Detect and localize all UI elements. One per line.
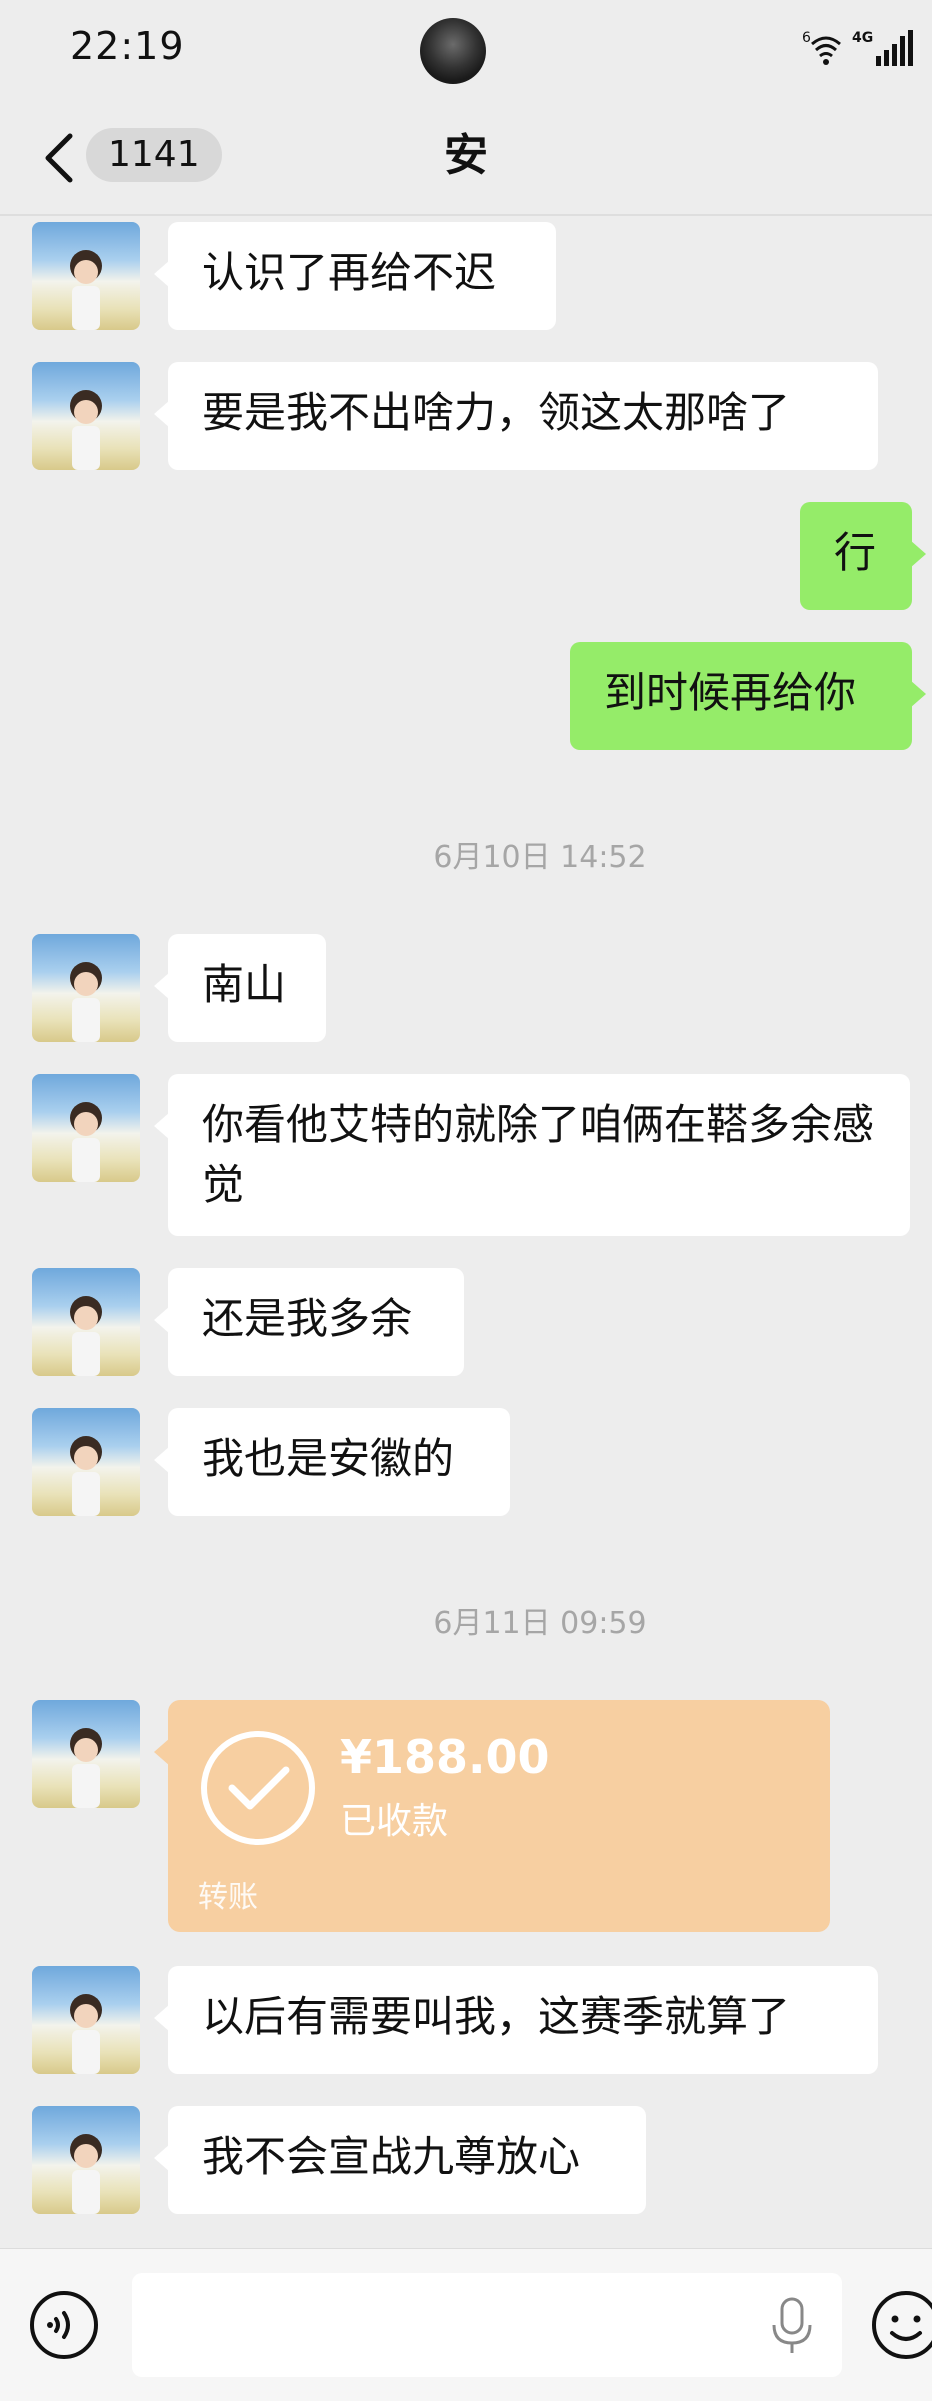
header-divider (0, 214, 932, 216)
message-bubble[interactable]: 你看他艾特的就除了咱俩在鞳多余感觉 (154, 1074, 910, 1236)
avatar[interactable] (32, 362, 140, 470)
avatar[interactable] (32, 934, 140, 1042)
avatar[interactable] (32, 1408, 140, 1516)
avatar[interactable] (32, 2106, 140, 2214)
avatar[interactable] (32, 1966, 140, 2074)
emoji-icon[interactable] (870, 2289, 932, 2361)
timestamp: 6月11日 09:59 (433, 1606, 647, 1641)
timestamp: 6月10日 14:52 (433, 840, 647, 875)
chat-title: 安 (444, 130, 488, 181)
message-bubble[interactable]: 要是我不出啥力，领这太那啥了 (154, 362, 878, 470)
signal-wifi-icon: 6 4G (802, 30, 913, 66)
message-bubble[interactable]: 我也是安徽的 (154, 1408, 510, 1516)
transfer-label: 转账 (198, 1880, 258, 1915)
message-bubble[interactable]: 以后有需要叫我，这赛季就算了 (154, 1966, 878, 2074)
message-bubble[interactable]: 到时候再给你 (570, 642, 926, 750)
avatar[interactable] (32, 222, 140, 330)
message-bubble[interactable]: 我不会宣战九尊放心 (154, 2106, 646, 2214)
avatar[interactable] (32, 1700, 140, 1808)
status-bar: 22:19 6 4G (0, 0, 932, 100)
message-bubble[interactable]: 还是我多余 (154, 1268, 464, 1376)
transfer-status: 已收款 (340, 1801, 449, 1842)
chat-header: 1141 安 (0, 100, 932, 212)
status-avatar (420, 18, 486, 84)
input-bar (0, 2248, 932, 2401)
avatar[interactable] (32, 1268, 140, 1376)
svg-text:4G: 4G (852, 30, 873, 46)
message-bubble[interactable]: 南山 (154, 934, 326, 1042)
message-bubble[interactable]: 行 (800, 502, 926, 610)
microphone-icon[interactable] (770, 2297, 814, 2355)
svg-text:6: 6 (802, 30, 811, 46)
status-time: 22:19 (70, 24, 185, 68)
avatar[interactable] (32, 1074, 140, 1182)
message-input[interactable] (132, 2273, 842, 2377)
message-bubble[interactable]: 认识了再给不迟 (154, 222, 556, 330)
transfer-card[interactable]: ¥188.00 已收款 转账 (154, 1700, 830, 1932)
voice-toggle-icon[interactable] (28, 2289, 100, 2361)
received-check-icon (201, 1731, 315, 1845)
transfer-amount: ¥188.00 (340, 1730, 550, 1784)
